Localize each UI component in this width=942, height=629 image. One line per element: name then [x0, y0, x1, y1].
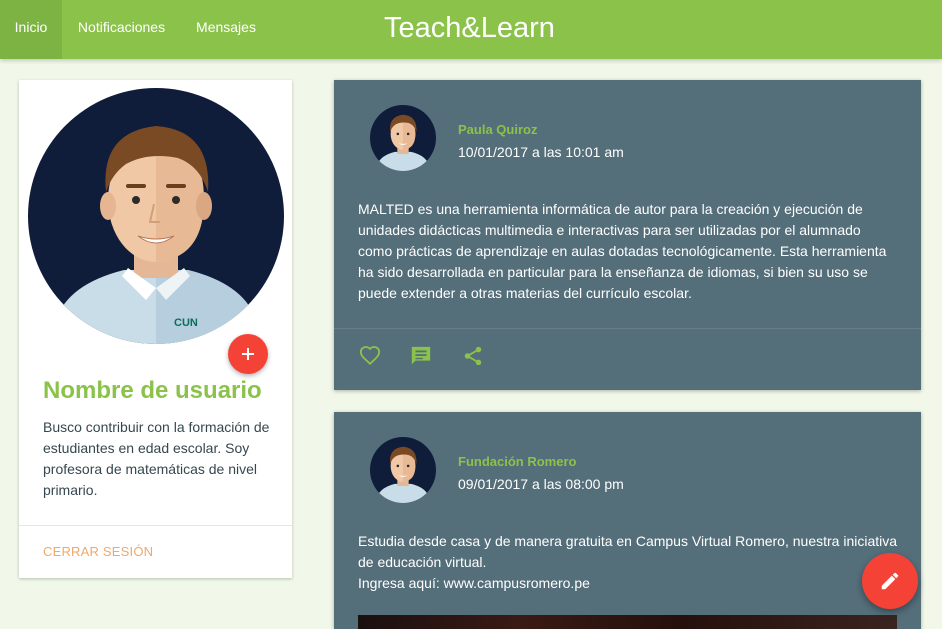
post-author[interactable]: Fundación Romero [458, 454, 576, 469]
shirt-logo-text: CUN [174, 317, 198, 329]
post-date: 09/01/2017 a las 08:00 pm [458, 476, 624, 492]
post-author[interactable]: Paula Quiroz [458, 122, 537, 137]
profile-divider [19, 525, 292, 526]
share-button[interactable] [461, 344, 485, 368]
nav-item-mensajes[interactable]: Mensajes [181, 0, 271, 59]
comment-button[interactable] [409, 344, 433, 368]
comment-icon [411, 346, 431, 365]
post-body-link-line[interactable]: Ingresa aquí: www.campusromero.pe [358, 573, 898, 594]
add-photo-button[interactable] [228, 334, 268, 374]
logout-link[interactable]: CERRAR SESIÓN [43, 544, 153, 559]
nav-item-notificaciones[interactable]: Notificaciones [62, 0, 181, 59]
post-date: 10/01/2017 a las 10:01 am [458, 144, 624, 160]
profile-bio: Busco contribuir con la formación de est… [43, 419, 270, 498]
post-card: Paula Quiroz 10/01/2017 a las 10:01 am M… [334, 80, 921, 390]
post-body-line: Estudia desde casa y de manera gratuita … [358, 533, 898, 570]
share-icon [464, 346, 482, 366]
new-post-button[interactable] [862, 553, 918, 609]
profile-card: CUN Nombre de usuario Busco contribuir c… [19, 80, 292, 578]
plus-icon [242, 348, 254, 360]
post-card: Fundación Romero 09/01/2017 a las 08:00 … [334, 412, 921, 629]
heart-icon [359, 346, 381, 366]
pencil-icon [881, 572, 899, 590]
top-navbar: Inicio Notificaciones Mensajes Teach&Lea… [0, 0, 942, 59]
profile-avatar: CUN [28, 88, 284, 344]
post-body: Estudia desde casa y de manera gratuita … [358, 531, 898, 594]
post-image [358, 615, 897, 629]
like-button[interactable] [358, 344, 382, 368]
post-body: MALTED es una herramienta informática de… [358, 201, 887, 301]
post-author-avatar [370, 437, 436, 503]
nav-item-inicio[interactable]: Inicio [0, 0, 62, 59]
profile-name: Nombre de usuario [43, 377, 262, 404]
app-title: Teach&Learn [384, 12, 555, 44]
post-divider [334, 328, 921, 329]
post-author-avatar [370, 105, 436, 171]
